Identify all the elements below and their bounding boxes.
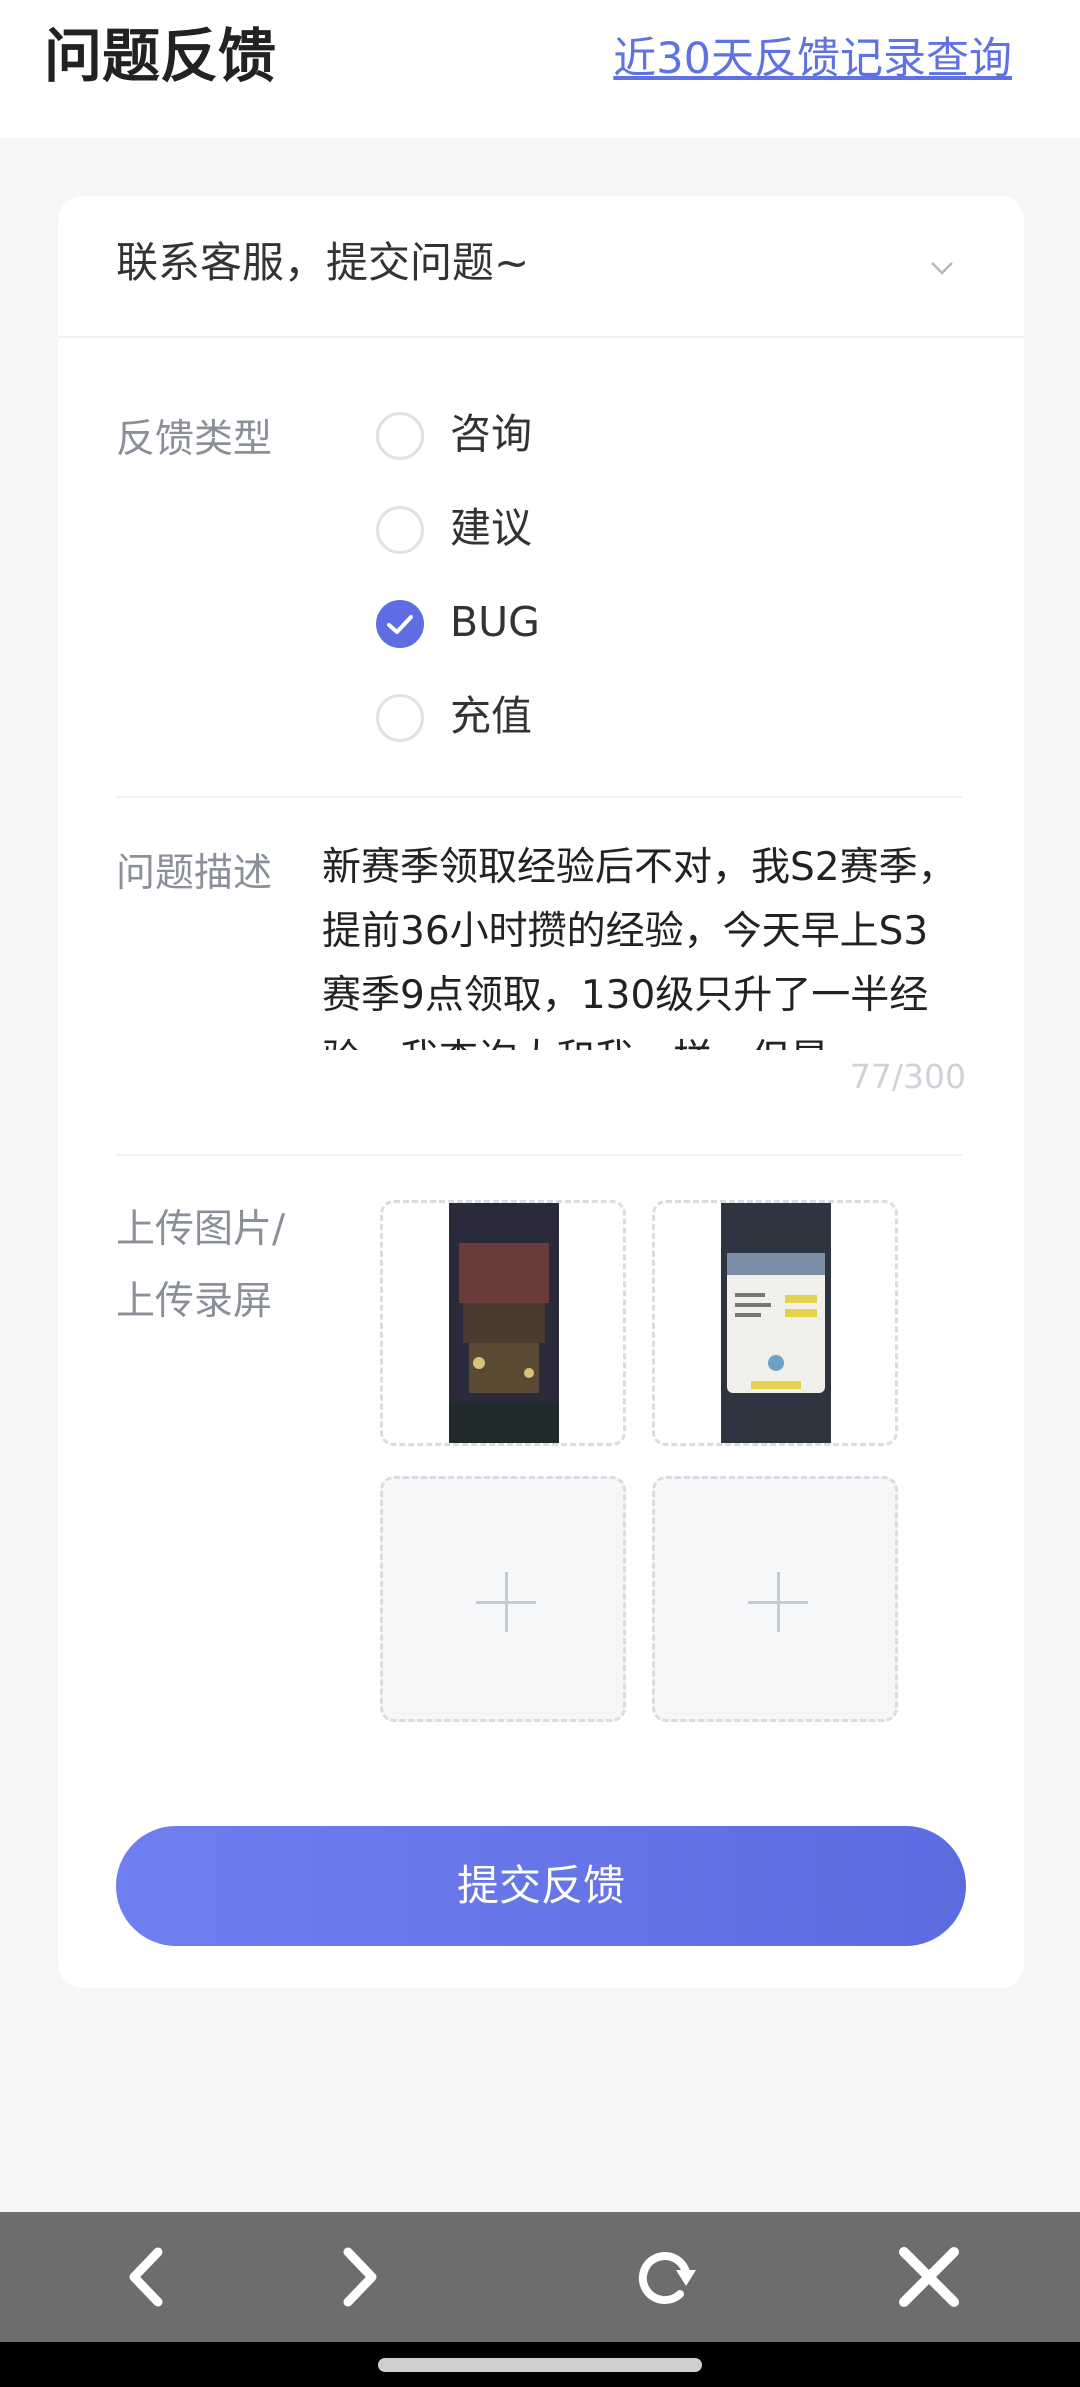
chevron-down-icon xyxy=(931,262,953,275)
home-indicator[interactable] xyxy=(378,2358,702,2372)
add-video-button[interactable] xyxy=(652,1476,898,1722)
description-label: 问题描述 xyxy=(116,851,273,896)
browser-nav-bar xyxy=(0,2212,1080,2342)
contact-service-dropdown[interactable]: 联系客服，提交问题~ xyxy=(58,196,1024,338)
radio-label: BUG xyxy=(450,598,540,646)
page-title: 问题反馈 xyxy=(44,22,277,90)
feedback-card: 联系客服，提交问题~ 反馈类型 咨询 建议 BUG 充值 问题描述 新赛季领取经… xyxy=(58,196,1024,1988)
radio-circle xyxy=(376,506,424,554)
radio-circle xyxy=(376,694,424,742)
divider xyxy=(116,1154,962,1156)
top-bar: 问题反馈 近30天反馈记录查询 xyxy=(0,0,1080,138)
screenshot-thumbnail xyxy=(449,1203,559,1443)
radio-consult[interactable]: 咨询 xyxy=(376,398,776,478)
radio-label: 充值 xyxy=(450,692,532,740)
refresh-icon[interactable] xyxy=(630,2242,700,2312)
upload-label-line1: 上传图片/ xyxy=(116,1207,286,1252)
char-count: 77/300 xyxy=(849,1057,966,1096)
description-textarea[interactable]: 新赛季领取经验后不对，我S2赛季，提前36小时攒的经验，今天早上S3赛季9点领取… xyxy=(322,836,962,1050)
back-icon[interactable] xyxy=(114,2242,184,2312)
screenshot-thumbnail xyxy=(721,1203,831,1443)
close-icon[interactable] xyxy=(894,2242,964,2312)
system-home-bar xyxy=(0,2342,1080,2387)
upload-label-line2: 上传录屏 xyxy=(116,1279,273,1324)
forward-icon[interactable] xyxy=(322,2242,392,2312)
plus-icon xyxy=(748,1572,808,1632)
radio-recharge[interactable]: 充值 xyxy=(376,680,776,760)
history-link[interactable]: 近30天反馈记录查询 xyxy=(613,28,1012,90)
divider xyxy=(116,796,962,798)
radio-label: 咨询 xyxy=(450,410,532,458)
radio-bug[interactable]: BUG xyxy=(376,586,776,666)
radio-suggestion[interactable]: 建议 xyxy=(376,492,776,572)
uploaded-image-2[interactable] xyxy=(652,1200,898,1446)
check-icon xyxy=(387,615,413,634)
plus-icon xyxy=(476,1572,536,1632)
contact-service-label: 联系客服，提交问题~ xyxy=(116,238,530,287)
radio-circle-checked xyxy=(376,600,424,648)
radio-circle xyxy=(376,412,424,460)
radio-label: 建议 xyxy=(450,504,532,552)
add-image-button[interactable] xyxy=(380,1476,626,1722)
feedback-type-label: 反馈类型 xyxy=(116,417,273,462)
submit-feedback-button[interactable]: 提交反馈 xyxy=(116,1826,966,1946)
uploaded-image-1[interactable] xyxy=(380,1200,626,1446)
